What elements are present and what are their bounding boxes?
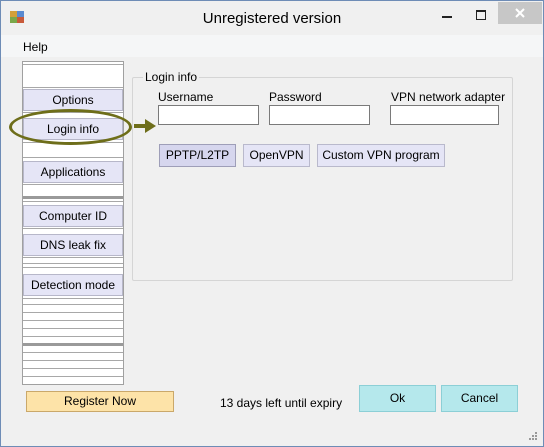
maximize-icon — [476, 10, 486, 20]
separator — [23, 263, 123, 264]
separator — [23, 64, 123, 65]
title-bar[interactable]: Unregistered version — [1, 1, 543, 35]
separator — [23, 201, 123, 202]
menu-help[interactable]: Help — [23, 40, 48, 54]
minimize-icon — [442, 16, 452, 18]
sidebar-item-options[interactable]: Options — [23, 89, 123, 111]
separator — [23, 228, 123, 229]
separator — [23, 368, 123, 369]
separator — [23, 298, 123, 299]
close-button[interactable] — [498, 2, 542, 24]
separator — [23, 257, 123, 258]
sidebar-item-applications[interactable]: Applications — [23, 161, 123, 183]
menu-bar: Help — [1, 35, 543, 57]
separator — [23, 184, 123, 185]
username-field[interactable] — [158, 105, 259, 125]
password-label: Password — [269, 90, 322, 104]
app-window: Unregistered version Help Options Login … — [0, 0, 544, 447]
vpn-adapter-field[interactable] — [390, 105, 499, 125]
highlight-ellipse — [9, 109, 132, 145]
sidebar-item-detection-mode[interactable]: Detection mode — [23, 274, 123, 296]
resize-grip-icon[interactable] — [527, 430, 537, 440]
custom-vpn-program-button[interactable]: Custom VPN program — [317, 144, 445, 167]
separator — [23, 352, 123, 353]
username-label: Username — [158, 90, 214, 104]
vpn-adapter-label: VPN network adapter — [391, 90, 506, 104]
separator — [23, 336, 123, 337]
close-icon — [515, 8, 525, 18]
maximize-button[interactable] — [466, 5, 496, 25]
separator — [23, 360, 123, 361]
openvpn-button[interactable]: OpenVPN — [243, 144, 310, 167]
ok-button[interactable]: Ok — [359, 385, 436, 412]
separator — [23, 267, 123, 268]
pptp-l2tp-button[interactable]: PPTP/L2TP — [159, 144, 236, 167]
password-field[interactable] — [269, 105, 370, 125]
separator — [23, 304, 123, 305]
register-now-button[interactable]: Register Now — [26, 391, 174, 412]
separator — [23, 328, 123, 329]
separator — [23, 320, 123, 321]
separator — [23, 376, 123, 377]
separator — [23, 157, 123, 158]
expiry-status: 13 days left until expiry — [220, 396, 343, 410]
sidebar-item-dns-leak-fix[interactable]: DNS leak fix — [23, 234, 123, 256]
separator — [23, 343, 123, 346]
cancel-button[interactable]: Cancel — [441, 385, 518, 412]
minimize-button[interactable] — [432, 5, 462, 25]
login-info-group-title: Login info — [143, 70, 200, 84]
separator — [23, 196, 123, 199]
sidebar-item-computer-id[interactable]: Computer ID — [23, 205, 123, 227]
separator — [23, 312, 123, 313]
separator — [23, 87, 123, 88]
